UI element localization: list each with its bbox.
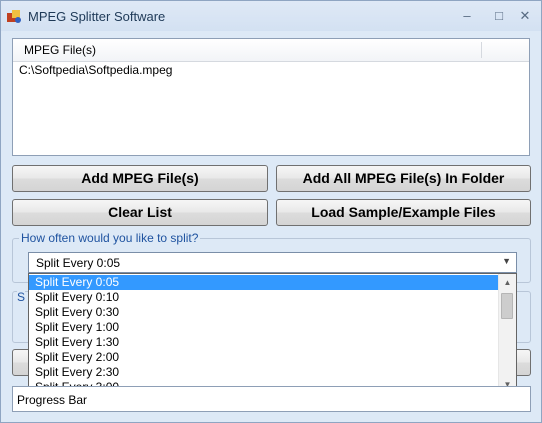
output-group-title: S (17, 290, 26, 304)
split-interval-value: Split Every 0:05 (36, 256, 121, 270)
option-0-10[interactable]: Split Every 0:10 (29, 290, 499, 305)
add-files-button[interactable]: Add MPEG File(s) (12, 165, 268, 192)
minimize-button[interactable]: – (457, 7, 477, 25)
option-2-00[interactable]: Split Every 2:00 (29, 350, 499, 365)
progress-bar: Progress Bar (12, 386, 531, 412)
split-group-title: How often would you like to split? (19, 231, 201, 245)
close-button[interactable]: ✕ (515, 7, 535, 25)
column-separator[interactable] (481, 42, 482, 58)
app-icon (7, 10, 21, 23)
option-1-30[interactable]: Split Every 1:30 (29, 335, 499, 350)
column-header-mpeg-files[interactable]: MPEG File(s) (24, 43, 96, 57)
option-0-05[interactable]: Split Every 0:05 (29, 275, 499, 290)
app-window: MPEG Splitter Software – □ ✕ MPEG File(s… (0, 0, 542, 423)
dropdown-scrollbar[interactable]: ▲ ▼ (498, 274, 516, 393)
clear-list-button[interactable]: Clear List (12, 199, 268, 226)
split-interval-dropdown[interactable]: Split Every 0:05 ▼ (28, 252, 517, 273)
option-2-30[interactable]: Split Every 2:30 (29, 365, 499, 380)
option-0-30[interactable]: Split Every 0:30 (29, 305, 499, 320)
maximize-button[interactable]: □ (489, 7, 509, 25)
scroll-up-icon[interactable]: ▲ (499, 274, 516, 291)
option-1-00[interactable]: Split Every 1:00 (29, 320, 499, 335)
chevron-down-icon[interactable]: ▼ (502, 256, 511, 266)
progress-label: Progress Bar (17, 393, 88, 407)
list-item[interactable]: C:\Softpedia\Softpedia.mpeg (19, 63, 172, 77)
file-list[interactable]: MPEG File(s) C:\Softpedia\Softpedia.mpeg (12, 38, 530, 156)
add-folder-button[interactable]: Add All MPEG File(s) In Folder (276, 165, 531, 192)
title-bar[interactable]: MPEG Splitter Software – □ ✕ (1, 1, 541, 31)
load-sample-button[interactable]: Load Sample/Example Files (276, 199, 531, 226)
split-options-list[interactable]: Split Every 0:05 Split Every 0:10 Split … (28, 273, 517, 394)
window-title: MPEG Splitter Software (28, 9, 166, 24)
file-list-header[interactable]: MPEG File(s) (13, 39, 529, 62)
scrollbar-thumb[interactable] (501, 293, 513, 319)
